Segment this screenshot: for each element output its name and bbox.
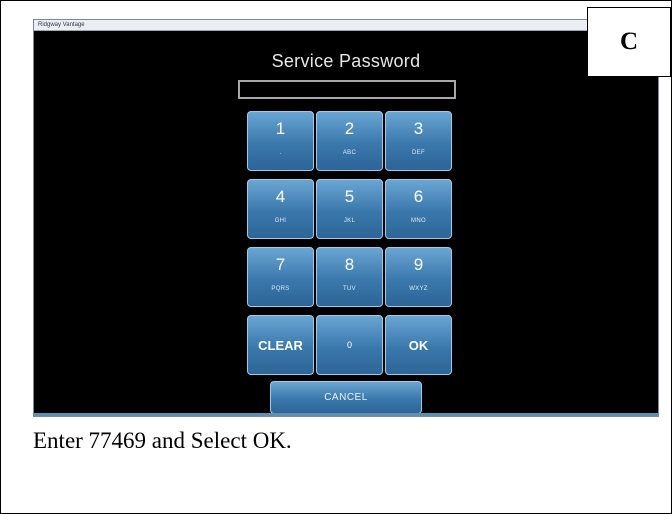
key-2[interactable]: 2 ABC	[316, 111, 383, 171]
dialog-title: Service Password	[271, 51, 421, 71]
key-4[interactable]: 4 GHI	[247, 179, 314, 239]
ok-button[interactable]: OK	[385, 315, 452, 375]
window-bottom-strip	[34, 413, 658, 416]
key-digit: 8	[344, 255, 355, 274]
key-digit: 3	[413, 119, 424, 138]
figure-frame: Ridgway Vantage Service Password 1 . 2 A…	[0, 0, 672, 514]
key-letters: WXYZ	[409, 286, 428, 292]
key-letters: ABC	[342, 150, 357, 156]
app-window: Ridgway Vantage Service Password 1 . 2 A…	[33, 19, 659, 417]
key-5[interactable]: 5 JKL	[316, 179, 383, 239]
panel-label: C	[587, 7, 671, 77]
key-letters: TUV	[343, 286, 356, 292]
key-letters: DEF	[412, 150, 425, 156]
key-1[interactable]: 1 .	[247, 111, 314, 171]
key-letters: PQRS	[271, 286, 290, 292]
key-9[interactable]: 9 WXYZ	[385, 247, 452, 307]
key-digit: 7	[275, 255, 286, 274]
key-6[interactable]: 6 MNO	[385, 179, 452, 239]
key-digit: 5	[344, 187, 355, 206]
key-digit: 1	[275, 119, 286, 138]
clear-label: CLEAR	[258, 338, 303, 353]
key-letters: MNO	[411, 218, 426, 224]
key-8[interactable]: 8 TUV	[316, 247, 383, 307]
instruction-caption: Enter 77469 and Select OK.	[33, 428, 292, 453]
key-digit: 2	[344, 119, 355, 138]
ok-label: OK	[408, 338, 429, 353]
key-0[interactable]: 0	[316, 315, 383, 375]
window-title: Ridgway Vantage	[38, 22, 85, 28]
clear-button[interactable]: CLEAR	[247, 315, 314, 375]
key-letters: JKL	[343, 218, 356, 224]
key-digit: 6	[413, 187, 424, 206]
cancel-button[interactable]: CANCEL	[270, 381, 422, 414]
key-digit: 4	[275, 187, 286, 206]
key-digit: 9	[413, 255, 424, 274]
key-7[interactable]: 7 PQRS	[247, 247, 314, 307]
key-digit: 0	[346, 340, 352, 350]
key-3[interactable]: 3 DEF	[385, 111, 452, 171]
password-input[interactable]	[238, 80, 456, 99]
key-letters: .	[279, 150, 282, 156]
key-letters: GHI	[274, 218, 287, 224]
window-titlebar: Ridgway Vantage	[34, 20, 658, 31]
